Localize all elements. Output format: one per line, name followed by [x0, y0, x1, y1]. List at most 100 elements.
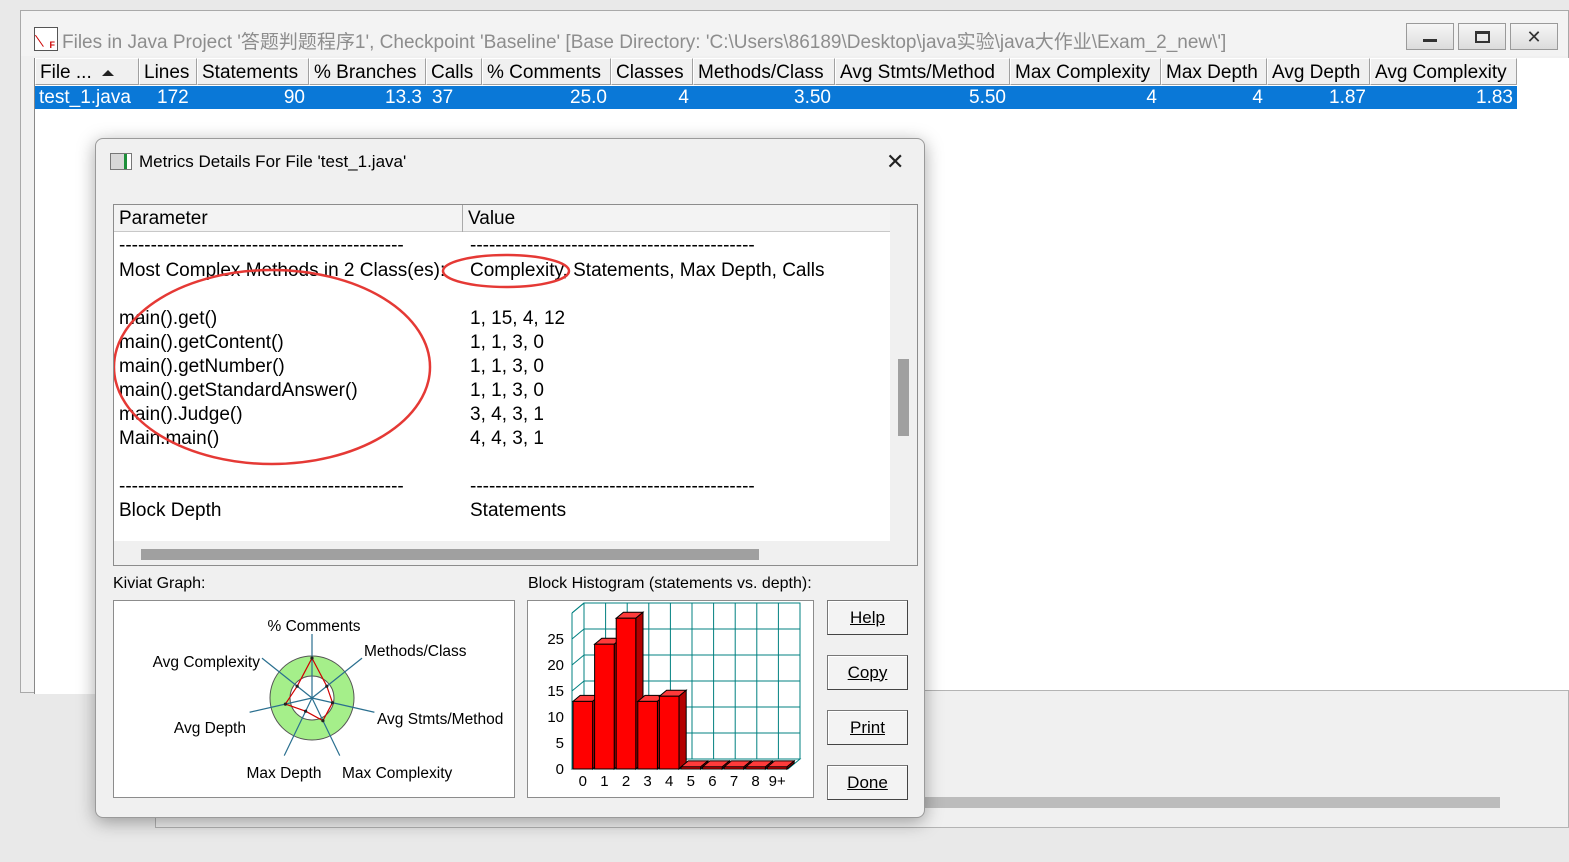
table-row[interactable]: test_1.java 172 90 13.3 37 25.0 4 3.50 5.50 4 4 1.8…	[35, 86, 1517, 109]
metrics-detail-list: Parameter Value ------------------------…	[113, 204, 918, 566]
column-header[interactable]: Methods/Class	[693, 58, 835, 85]
column-header[interactable]: Statements	[197, 58, 309, 85]
histogram-y-tick-label: 20	[547, 657, 564, 674]
kiviat-point	[310, 656, 314, 660]
horizontal-scrollbar[interactable]	[114, 541, 917, 565]
background-scrollbar[interactable]	[916, 797, 1500, 808]
table-cell: 4	[1252, 87, 1263, 108]
histogram-bar	[615, 617, 637, 770]
column-header[interactable]: Classes	[611, 58, 693, 85]
column-header[interactable]: Lines	[139, 58, 197, 85]
table-cell: 1.87	[1329, 87, 1366, 108]
histogram-bar	[594, 643, 615, 770]
column-header-label: Classes	[616, 62, 684, 83]
table-cell: 25.0	[570, 87, 607, 108]
table-cell: 37	[432, 87, 454, 108]
table-cell: 4	[1146, 87, 1157, 108]
kiviat-axis-label: Methods/Class	[364, 643, 467, 660]
table-cell: test_1.java	[39, 87, 131, 108]
histogram-label: Block Histogram (statements vs. depth):	[528, 575, 812, 592]
histogram-bar	[572, 700, 594, 770]
column-header[interactable]: File ...	[35, 58, 139, 85]
horizontal-scroll-thumb[interactable]	[141, 549, 759, 560]
histogram-svg: 05101520250 1 2 3 4 5 6 7 8 9+	[547, 602, 802, 790]
histogram-bar	[658, 695, 680, 770]
column-header[interactable]: % Comments	[482, 58, 611, 85]
table-cell: 3.50	[794, 87, 831, 108]
block-histogram: 0 5 10 15 20 25 0 1 2 3 4 5 6 7 8 9+	[527, 600, 814, 798]
column-header[interactable]: Max Complexity	[1010, 58, 1161, 85]
sort-ascending-icon	[101, 69, 114, 76]
window-title: Files in Java Project '答题判题程序1', Checkpo…	[62, 32, 1227, 53]
histogram-x-tick-label: 2	[622, 773, 630, 790]
histogram-grid-side	[571, 628, 585, 640]
column-header-label: Statements	[202, 62, 299, 83]
histogram-y-tick-label: 15	[547, 683, 564, 700]
histogram-left-wall-top	[571, 602, 585, 614]
kiviat-point	[283, 702, 287, 706]
close-button[interactable]: ✕	[1510, 23, 1558, 50]
column-header-label: Max Depth	[1166, 62, 1258, 83]
annotation-ellipse-complexity	[441, 253, 571, 289]
dialog-close-icon[interactable]: ✕	[886, 149, 904, 175]
histogram-x-tick-label: 5	[687, 773, 695, 790]
kiviat-point	[325, 684, 329, 688]
title-bar[interactable]: Files in Java Project '答题判题程序1', Checkpo…	[21, 11, 1568, 56]
histogram-bar	[766, 766, 788, 770]
done-button[interactable]: Done	[827, 765, 908, 800]
table-cell: 5.50	[969, 87, 1006, 108]
histogram-bar	[680, 766, 702, 770]
copy-button[interactable]: Copy	[827, 655, 908, 690]
histogram-y-tick-label: 5	[556, 735, 564, 752]
histogram-bar	[702, 766, 723, 770]
kiviat-axis-label: Avg Stmts/Method	[377, 711, 503, 728]
table-cell: 1.83	[1476, 87, 1513, 108]
print-button[interactable]: Print	[827, 710, 908, 745]
histogram-y-tick-label: 25	[547, 631, 564, 648]
help-button[interactable]: Help	[827, 600, 908, 635]
kiviat-label: Kiviat Graph:	[113, 575, 206, 592]
table-header: File ... Lines Statements % Branches Calls % …	[35, 58, 1517, 85]
kiviat-axis-label: Avg Complexity	[153, 654, 261, 671]
table-cell: 13.3	[385, 87, 422, 108]
vertical-scroll-thumb[interactable]	[898, 359, 909, 436]
histogram-x-tick-label: 3	[643, 773, 651, 790]
histogram-grid-side	[571, 680, 585, 692]
kiviat-axis-label: % Comments	[267, 618, 360, 635]
histogram-bar	[745, 766, 766, 770]
column-header[interactable]: Avg Stmts/Method	[835, 58, 1010, 85]
metrics-details-dialog: Metrics Details For File 'test_1.java' ✕…	[95, 138, 925, 818]
kiviat-point	[321, 719, 325, 723]
kiviat-point	[330, 701, 335, 705]
column-header-label: File ...	[40, 62, 92, 83]
vertical-scrollbar[interactable]	[890, 205, 917, 541]
table-cell: 90	[283, 87, 305, 108]
column-header-label: % Branches	[314, 62, 417, 83]
column-header-label: Max Complexity	[1015, 62, 1151, 83]
app-icon	[34, 27, 58, 51]
column-header-label: Calls	[431, 62, 474, 83]
column-header[interactable]: Max Depth	[1161, 58, 1267, 85]
histogram-y-tick-label: 10	[547, 709, 564, 726]
maximize-button[interactable]	[1458, 23, 1506, 50]
column-header[interactable]: % Branches	[309, 58, 426, 85]
annotation-ellipse-methods	[114, 268, 432, 466]
minimize-button[interactable]	[1406, 23, 1454, 50]
column-header[interactable]: Avg Complexity	[1370, 58, 1517, 85]
histogram-x-tick-label: 7	[730, 773, 738, 790]
minimize-icon	[1423, 39, 1437, 42]
column-header[interactable]: Calls	[426, 58, 482, 85]
kiviat-point	[295, 684, 299, 688]
histogram-bar	[637, 700, 658, 770]
close-icon: ✕	[1526, 26, 1542, 47]
print-button-label: Print	[850, 717, 885, 737]
column-header-label: % Comments	[487, 62, 602, 83]
dialog-title: Metrics Details For File 'test_1.java'	[139, 152, 407, 171]
histogram-x-tick-label: 9+	[769, 773, 786, 790]
table-cell: 4	[678, 87, 689, 108]
column-header[interactable]: Avg Depth	[1267, 58, 1370, 85]
column-header-label: Avg Stmts/Method	[840, 62, 995, 83]
histogram-x-tick-label: 4	[665, 773, 673, 790]
done-button-label: Done	[847, 772, 888, 792]
kiviat-graph: % Comments Methods/Class Avg Stmts/Method M…	[113, 600, 515, 798]
